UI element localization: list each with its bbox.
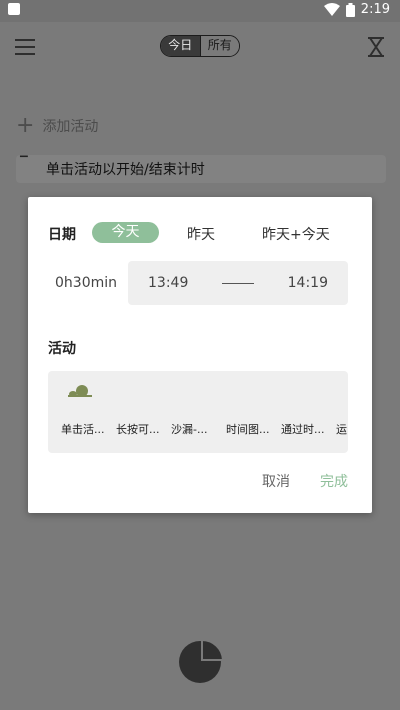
activity-item[interactable]: 单击活...: [61, 421, 116, 437]
pie-chart-icon[interactable]: [179, 638, 223, 684]
activity-item[interactable]: 运: [336, 421, 348, 437]
plant-icon: [68, 385, 92, 397]
activity-item[interactable]: 长按可...: [116, 421, 171, 437]
date-option-today[interactable]: 今天: [92, 222, 159, 243]
hint-row[interactable]: ▔ 单击活动以开始/结束计时: [16, 155, 386, 183]
date-option-yesterday[interactable]: 昨天: [187, 224, 215, 244]
wifi-icon: [323, 3, 340, 16]
activity-item[interactable]: 通过时...: [281, 421, 336, 437]
activity-item[interactable]: 沙漏-...: [171, 421, 226, 437]
time-separator: [222, 283, 254, 284]
status-time: 2:19: [360, 2, 390, 17]
battery-icon: [345, 2, 355, 17]
activity-picker[interactable]: 单击活... 长按可... 沙漏-... 时间图... 通过时... 运: [48, 371, 348, 453]
hint-icon: ▔: [20, 157, 28, 168]
add-activity-label: 添加活动: [42, 119, 99, 135]
menu-icon[interactable]: [15, 39, 35, 55]
start-time[interactable]: 13:49: [148, 275, 188, 291]
activity-list: 单击活... 长按可... 沙漏-... 时间图... 通过时... 运: [61, 421, 348, 437]
notification-icon: [8, 3, 20, 15]
hint-label: 单击活动以开始/结束计时: [46, 162, 205, 178]
toggle-all[interactable]: 所有: [199, 36, 239, 56]
hourglass-icon[interactable]: [366, 37, 386, 57]
cancel-button[interactable]: 取消: [262, 471, 290, 491]
duration-label: 0h30min: [55, 275, 117, 291]
app-bar: 今日 所有: [0, 22, 400, 72]
plus-icon: +: [16, 113, 35, 138]
add-activity-row[interactable]: + 添加活动: [16, 113, 99, 138]
activity-item[interactable]: 时间图...: [226, 421, 281, 437]
date-label: 日期: [48, 227, 76, 243]
status-bar: 2:19: [0, 0, 400, 22]
status-icons: 2:19: [323, 2, 390, 17]
end-time[interactable]: 14:19: [288, 275, 328, 291]
time-range: 13:49 14:19: [128, 261, 348, 305]
date-option-both[interactable]: 昨天+今天: [262, 224, 330, 244]
add-record-dialog: 日期 今天 昨天 昨天+今天 0h30min 13:49 14:19 活动 单击…: [28, 197, 372, 513]
done-button[interactable]: 完成: [320, 471, 348, 491]
range-toggle[interactable]: 今日 所有: [160, 35, 240, 57]
activity-label: 活动: [48, 341, 76, 357]
toggle-today[interactable]: 今日: [161, 36, 200, 56]
